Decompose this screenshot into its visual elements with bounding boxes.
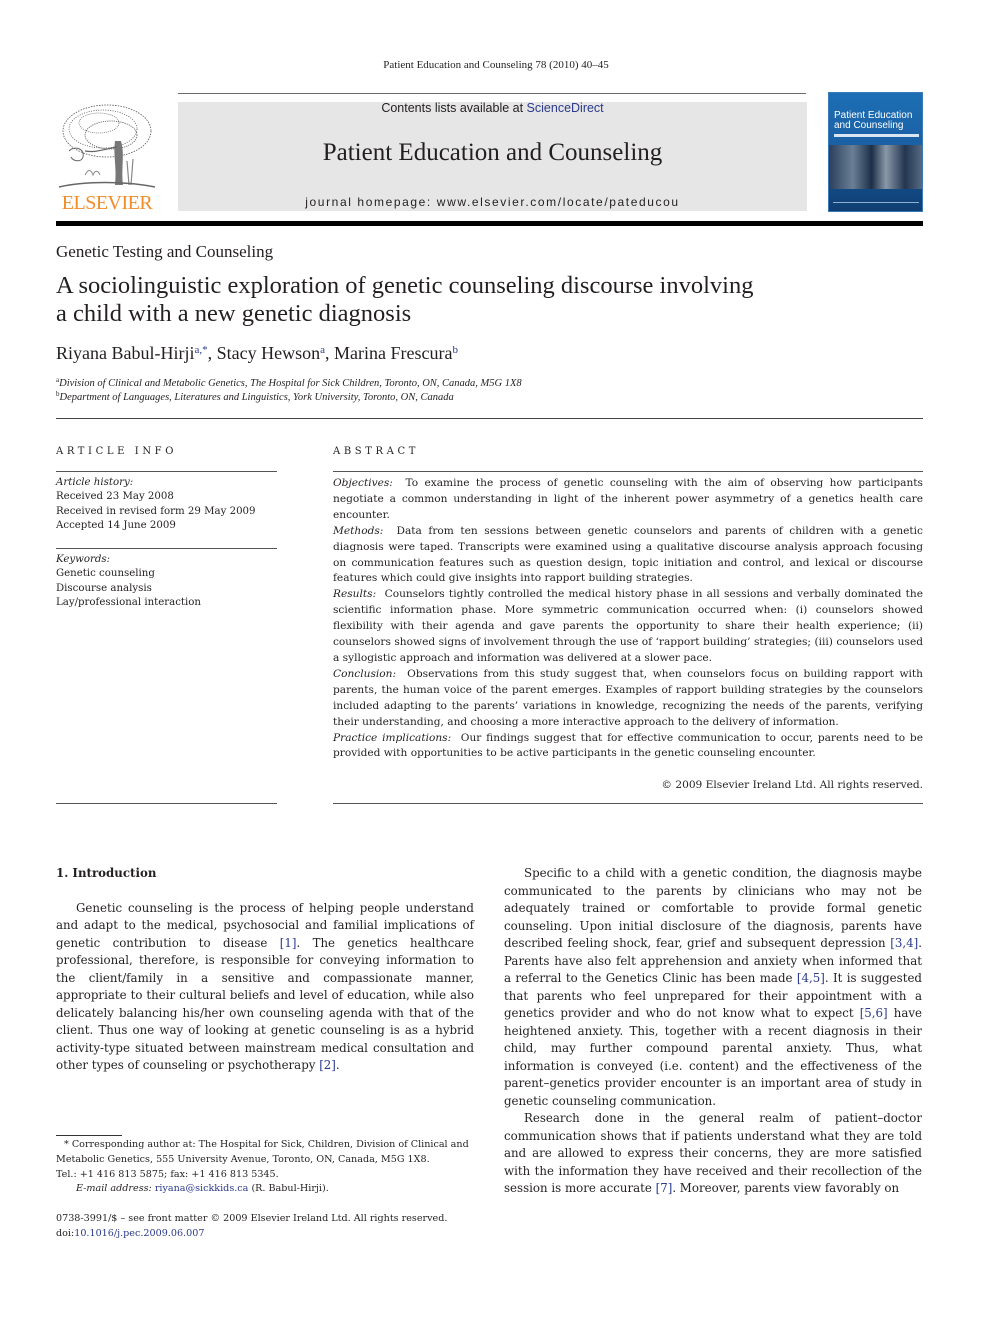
author-name[interactable]: Riyana Babul-Hirji — [56, 343, 194, 363]
author-separator: , — [325, 343, 334, 363]
doi-line: doi:10.1016/j.pec.2009.06.007 — [56, 1226, 476, 1241]
abstract-section-text: Counselors tightly controlled the medica… — [333, 588, 923, 664]
abstract-objectives: Objectives: To examine the process of ge… — [333, 476, 923, 524]
abstract-copyright: © 2009 Elsevier Ireland Ltd. All rights … — [661, 779, 923, 791]
body-paragraph: Specific to a child with a genetic condi… — [504, 865, 922, 1110]
abstract-section-label: Conclusion: — [333, 667, 397, 680]
cover-title-line2: and Counseling — [834, 120, 904, 131]
history-item: Received 23 May 2008 — [56, 491, 174, 503]
body-column-left: 1. Introduction Genetic counseling is th… — [56, 865, 474, 1075]
affiliation-a: aDivision of Clinical and Metabolic Gene… — [56, 376, 522, 389]
author-name[interactable]: Marina Frescura — [334, 343, 452, 363]
abstract-results: Results: Counselors tightly controlled t… — [333, 587, 923, 667]
front-matter: 0738-3991/$ – see front matter © 2009 El… — [56, 1211, 476, 1241]
article-info-heading: ARTICLE INFO — [56, 446, 178, 457]
abstract-divider — [333, 803, 923, 804]
contents-prefix: Contents lists available at — [381, 101, 527, 115]
footnotes: * Corresponding author at: The Hospital … — [56, 1138, 476, 1197]
introduction-heading: 1. Introduction — [56, 866, 157, 880]
cover-title: Patient Education and Counseling — [834, 111, 922, 131]
article-info-divider — [56, 803, 277, 804]
article-info-divider — [56, 548, 277, 549]
history-item: Received in revised form 29 May 2009 — [56, 505, 256, 517]
body-paragraph: Genetic counseling is the process of hel… — [56, 900, 474, 1075]
journal-homepage-link[interactable]: journal homepage: www.elsevier.com/locat… — [178, 195, 807, 209]
affiliation-text: Division of Clinical and Metabolic Genet… — [59, 378, 522, 389]
article-history: Article history: Received 23 May 2008 Re… — [56, 476, 281, 533]
cover-subtitle-strip — [834, 134, 919, 137]
affiliation-b: bDepartment of Languages, Literatures an… — [56, 390, 454, 403]
email-label: E-mail address: — [76, 1183, 155, 1195]
journal-cover-image: Patient Education and Counseling — [828, 92, 923, 212]
keyword-item: Lay/professional interaction — [56, 596, 201, 608]
abstract-divider — [333, 471, 923, 472]
section-label: Genetic Testing and Counseling — [56, 242, 274, 261]
masthead-bottom-rule — [56, 221, 923, 226]
abstract-section-text: To examine the process of genetic counse… — [333, 477, 923, 521]
body-text: . Moreover, parents view favorably on — [672, 1181, 900, 1195]
article-title: A sociolinguistic exploration of genetic… — [56, 272, 916, 328]
affiliation-text: Department of Languages, Literatures and… — [59, 392, 454, 403]
abstract-heading: ABSTRACT — [333, 446, 419, 457]
citation-link[interactable]: [3,4] — [890, 936, 918, 950]
cover-photo-collage — [829, 145, 922, 189]
body-text: Specific to a child with a genetic condi… — [504, 866, 922, 950]
citation-link[interactable]: [2] — [319, 1058, 336, 1072]
doi-link[interactable]: 10.1016/j.pec.2009.06.007 — [74, 1228, 204, 1239]
journal-title: Patient Education and Counseling — [322, 139, 663, 166]
abstract-section-label: Results: — [333, 588, 377, 601]
keyword-item: Genetic counseling — [56, 568, 155, 580]
abstract-section-text: Data from ten sessions between genetic c… — [333, 524, 923, 585]
body-text: . The genetics healthcare professional, … — [56, 935, 475, 1073]
email-note: E-mail address: riyana@sickkids.ca (R. B… — [56, 1182, 476, 1197]
citation-link[interactable]: [1] — [280, 936, 297, 950]
author-separator: , — [207, 343, 217, 363]
keywords: Keywords: Genetic counseling Discourse a… — [56, 553, 281, 610]
footnote-divider — [56, 1135, 122, 1136]
abstract-section-label: Methods: — [333, 524, 384, 537]
corresponding-author-note: * Corresponding author at: The Hospital … — [56, 1139, 469, 1165]
issn-copyright: 0738-3991/$ – see front matter © 2009 El… — [56, 1213, 448, 1224]
article-history-label: Article history: — [56, 477, 134, 488]
email-suffix: (R. Babul-Hirji). — [248, 1183, 329, 1195]
author-list: Riyana Babul-Hirjia,*, Stacy Hewsona, Ma… — [56, 343, 458, 364]
email-link[interactable]: riyana@sickkids.ca — [155, 1183, 249, 1194]
abstract-practice-implications: Practice implications: Our findings sugg… — [333, 731, 923, 763]
abstract-conclusion: Conclusion: Observations from this study… — [333, 667, 923, 731]
masthead-top-rule — [178, 93, 806, 94]
citation-link[interactable]: [5,6] — [860, 1006, 888, 1020]
body-text: have heightened anxiety. This, together … — [504, 1006, 922, 1108]
title-line-2: a child with a new genetic diagnosis — [56, 300, 412, 327]
contents-available-line: Contents lists available at ScienceDirec… — [178, 101, 807, 115]
elsevier-wordmark: ELSEVIER — [61, 192, 153, 214]
contact-phone-fax: Tel.: +1 416 813 5875; fax: +1 416 813 5… — [56, 1168, 279, 1180]
sciencedirect-link[interactable]: ScienceDirect — [527, 101, 604, 115]
running-header: Patient Education and Counseling 78 (201… — [383, 59, 609, 71]
title-line-1: A sociolinguistic exploration of genetic… — [56, 272, 754, 299]
body-column-right: Specific to a child with a genetic condi… — [504, 865, 922, 1198]
keyword-item: Discourse analysis — [56, 582, 152, 594]
abstract-section-text: Observations from this study suggest tha… — [333, 667, 923, 728]
article-info-divider — [56, 471, 277, 472]
body-paragraph: Research done in the general realm of pa… — [504, 1110, 922, 1198]
body-text: . — [335, 1058, 340, 1072]
keywords-label: Keywords: — [56, 554, 111, 565]
citation-link[interactable]: [7] — [656, 1181, 673, 1195]
doi-prefix: doi: — [56, 1228, 75, 1239]
author-name[interactable]: Stacy Hewson — [217, 343, 320, 363]
author-affiliation-mark[interactable]: b — [452, 344, 458, 356]
title-divider — [56, 418, 923, 419]
abstract-methods: Methods: Data from ten sessions between … — [333, 524, 923, 588]
abstract-section-label: Objectives: — [333, 477, 393, 489]
cover-footer — [833, 202, 919, 206]
abstract-section-label: Practice implications: — [333, 731, 452, 744]
author-affiliation-mark[interactable]: a,* — [194, 344, 207, 356]
citation-link[interactable]: [4,5] — [797, 971, 825, 985]
abstract-body: Objectives: To examine the process of ge… — [333, 476, 923, 762]
history-item: Accepted 14 June 2009 — [56, 519, 176, 531]
